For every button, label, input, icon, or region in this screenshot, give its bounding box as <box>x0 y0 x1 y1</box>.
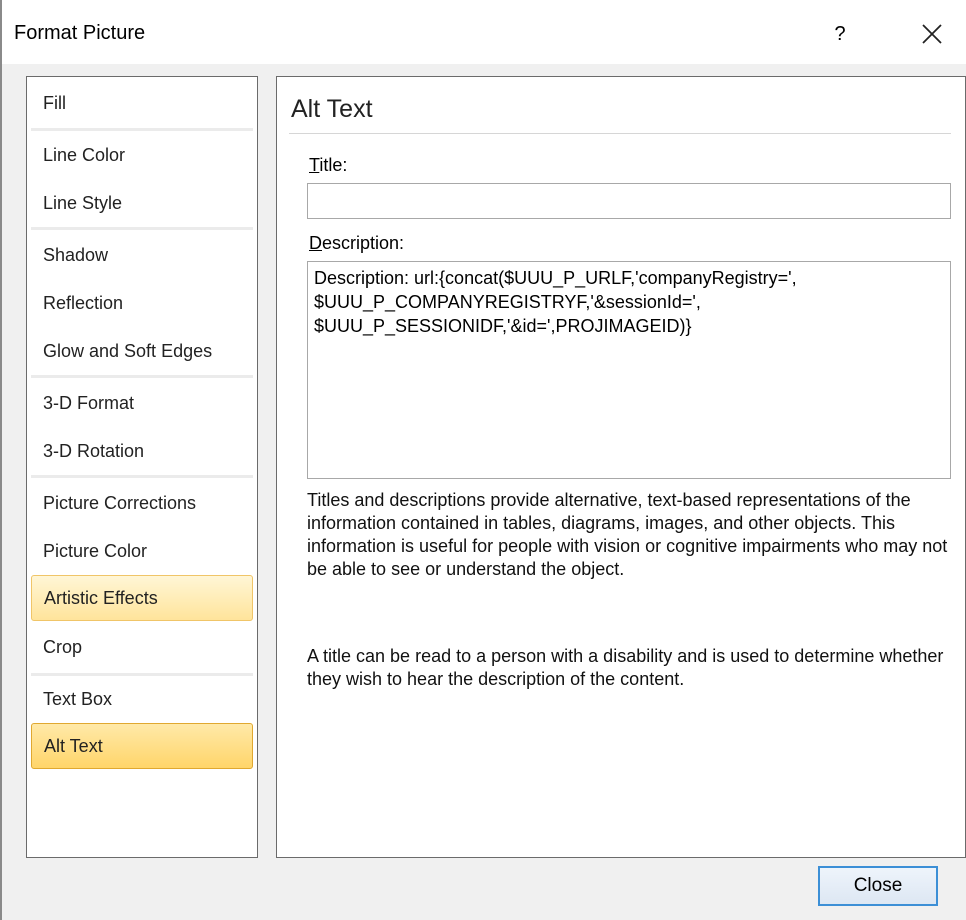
window-title: Format Picture <box>14 22 146 44</box>
nav-item-3d-format[interactable]: 3-D Format <box>31 381 253 425</box>
nav-item-line-color[interactable]: Line Color <box>31 133 253 177</box>
format-picture-dialog: Format Picture ? Fill Line Color Line St… <box>0 0 966 920</box>
close-button[interactable]: Close <box>818 866 938 906</box>
title-bar: Format Picture ? <box>2 0 966 64</box>
title-label-text: itle: <box>319 155 348 175</box>
nav-item-alt-text[interactable]: Alt Text <box>31 723 253 769</box>
description-label-mnemonic: D <box>309 233 322 253</box>
nav-divider <box>31 227 253 230</box>
nav-item-line-style[interactable]: Line Style <box>31 181 253 225</box>
nav-item-glow-soft-edges[interactable]: Glow and Soft Edges <box>31 329 253 373</box>
description-label: Description: <box>309 233 404 254</box>
nav-item-fill[interactable]: Fill <box>31 81 253 125</box>
description-textarea[interactable]: Description: url:{concat($UUU_P_URLF,'co… <box>307 261 951 479</box>
nav-divider <box>31 375 253 378</box>
help-button[interactable]: ? <box>820 14 860 54</box>
nav-item-picture-corrections[interactable]: Picture Corrections <box>31 481 253 525</box>
help-paragraph-1: Titles and descriptions provide alternat… <box>307 490 948 579</box>
panel-heading: Alt Text <box>291 95 373 123</box>
heading-divider <box>289 133 951 134</box>
alt-text-panel: Alt Text Title: Description: Description… <box>276 76 966 858</box>
category-list: Fill Line Color Line Style Shadow Reflec… <box>26 76 258 858</box>
nav-item-reflection[interactable]: Reflection <box>31 281 253 325</box>
nav-divider <box>31 673 253 676</box>
title-label-mnemonic: T <box>309 155 320 175</box>
help-paragraph-2: A title can be read to a person with a d… <box>307 646 944 689</box>
nav-item-artistic-effects[interactable]: Artistic Effects <box>31 575 253 621</box>
description-label-text: escription: <box>322 233 405 253</box>
nav-item-picture-color[interactable]: Picture Color <box>31 529 253 573</box>
nav-item-shadow[interactable]: Shadow <box>31 233 253 277</box>
nav-divider <box>31 128 253 131</box>
close-icon <box>922 24 942 44</box>
nav-item-3d-rotation[interactable]: 3-D Rotation <box>31 429 253 473</box>
title-label: Title: <box>309 155 347 176</box>
close-window-button[interactable] <box>908 14 956 54</box>
nav-item-crop[interactable]: Crop <box>31 625 253 669</box>
nav-item-text-box[interactable]: Text Box <box>31 677 253 721</box>
title-input[interactable] <box>307 183 951 219</box>
nav-divider <box>31 475 253 478</box>
